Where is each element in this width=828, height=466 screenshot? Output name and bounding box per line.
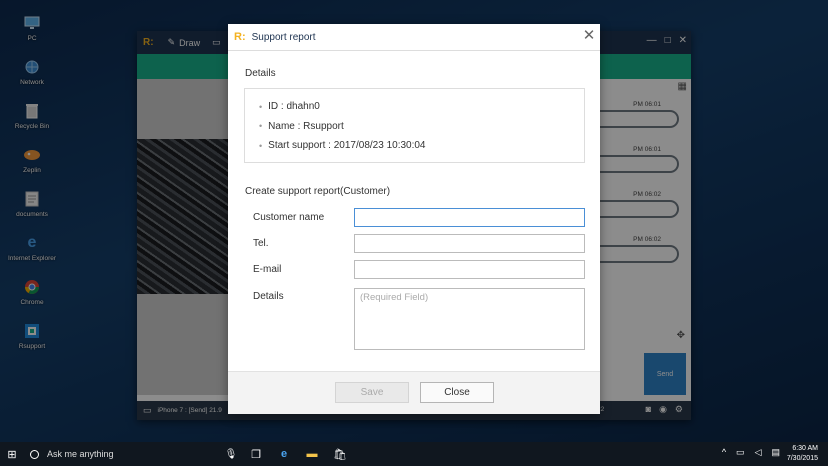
- detail-item: • Start support : 2017/08/23 10:30:04: [259, 136, 584, 156]
- task-view-icon[interactable]: ❐: [242, 448, 270, 461]
- detail-id: ID : dhahn0: [268, 101, 320, 113]
- form-heading: Create support report(Customer): [245, 186, 391, 197]
- detail-name: Name : Rsupport: [268, 120, 344, 132]
- chevron-up-icon[interactable]: ^: [722, 447, 726, 458]
- email-label: E-mail: [253, 264, 282, 275]
- file-explorer-icon[interactable]: ▬: [298, 448, 326, 460]
- close-icon[interactable]: ✕: [582, 28, 596, 43]
- network-tray-icon[interactable]: ▭: [736, 447, 745, 458]
- dialog-title: Support report: [251, 31, 316, 43]
- windows-logo-icon: ⊞: [7, 448, 17, 461]
- close-button[interactable]: Close: [420, 382, 494, 403]
- bullet-icon: •: [259, 101, 263, 112]
- edge-icon[interactable]: e: [270, 448, 298, 460]
- search-placeholder: Ask me anything: [47, 449, 114, 459]
- bullet-icon: •: [259, 140, 263, 151]
- taskbar: ⊞ Ask me anything 🎙 ❐ e ▬ 🛍 ^ ▭ ◁ ▤ 6:30…: [0, 442, 828, 466]
- system-tray: ^ ▭ ◁ ▤: [722, 447, 780, 458]
- save-button[interactable]: Save: [335, 382, 409, 403]
- details-box: • ID : dhahn0 • Name : Rsupport • Start …: [244, 88, 585, 163]
- tel-label: Tel.: [253, 238, 269, 249]
- dialog-logo: R:: [234, 31, 246, 43]
- store-icon[interactable]: 🛍: [326, 448, 354, 461]
- details-heading: Details: [245, 68, 276, 79]
- dialog-titlebar: R: Support report: [228, 24, 600, 51]
- clock-date: 7/30/2015: [786, 455, 818, 462]
- details-label: Details: [253, 291, 284, 302]
- email-row: E-mail: [253, 260, 585, 279]
- customer-name-input[interactable]: [354, 208, 585, 227]
- volume-icon[interactable]: ◁: [755, 447, 762, 458]
- details-textarea[interactable]: [354, 288, 585, 350]
- tel-row: Tel.: [253, 234, 585, 253]
- notifications-icon[interactable]: ▤: [771, 447, 780, 458]
- customer-name-row: Customer name: [253, 208, 585, 227]
- tel-input[interactable]: [354, 234, 585, 253]
- cortana-icon: [30, 449, 39, 459]
- taskbar-clock[interactable]: 6:30 AM 7/30/2015: [787, 444, 818, 464]
- customer-name-label: Customer name: [253, 212, 325, 223]
- detail-start-support: Start support : 2017/08/23 10:30:04: [268, 140, 426, 152]
- start-button[interactable]: ⊞: [0, 442, 24, 466]
- taskbar-search[interactable]: Ask me anything: [24, 442, 220, 466]
- clock-time: 6:30 AM: [792, 445, 818, 452]
- microphone-icon[interactable]: 🎙: [220, 449, 242, 460]
- detail-item: • Name : Rsupport: [259, 117, 584, 137]
- email-input[interactable]: [354, 260, 585, 279]
- bullet-icon: •: [259, 121, 263, 132]
- details-row: Details: [253, 288, 585, 350]
- support-report-dialog: R: Support report ✕ Details • ID : dhahn…: [228, 24, 600, 414]
- detail-item: • ID : dhahn0: [259, 97, 584, 117]
- dialog-footer: Save Close: [228, 371, 600, 414]
